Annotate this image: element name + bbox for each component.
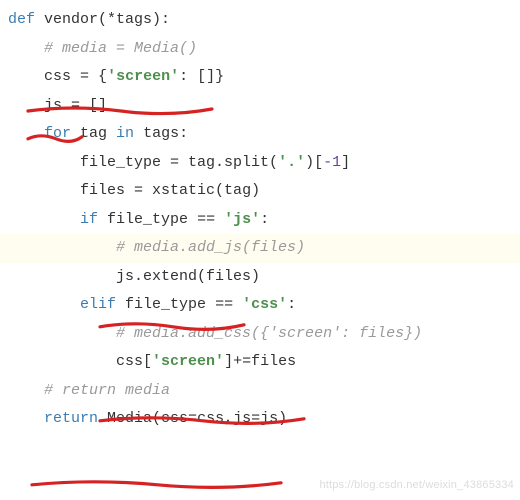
keyword-elif: elif (80, 296, 116, 313)
string: 'css' (242, 296, 287, 313)
call-extend: js.extend(files) (116, 268, 260, 285)
colon: : (287, 296, 296, 313)
var-files: files (251, 353, 296, 370)
var-js: js (44, 97, 71, 114)
call-split: tag.split( (179, 154, 278, 171)
op-eq: == (215, 296, 233, 313)
comment: # return media (44, 382, 170, 399)
var-tag: tag (71, 125, 116, 142)
code-line: css['screen']+=files (0, 348, 520, 377)
brace: { (89, 68, 107, 85)
code-line: js = [] (0, 92, 520, 121)
op-assign: = (188, 410, 197, 427)
number: -1 (323, 154, 341, 171)
code-line: files = xstatic(tag) (0, 177, 520, 206)
code-line: css = {'screen': []} (0, 63, 520, 92)
comment: # media.add_css({'screen': files}) (116, 325, 422, 342)
brace-end: : []} (179, 68, 224, 85)
space (233, 296, 242, 313)
code-line: return Media(css=css,js=js) (0, 405, 520, 434)
code-line: elif file_type == 'css': (0, 291, 520, 320)
keyword-for: for (44, 125, 71, 142)
string: 'screen' (107, 68, 179, 85)
code-line: # media = Media() (0, 35, 520, 64)
op-assign: = (251, 410, 260, 427)
op-assign: = (71, 97, 80, 114)
string: 'screen' (152, 353, 224, 370)
var-css: css[ (116, 353, 152, 370)
keyword-def: def (8, 11, 35, 28)
code-line: for tag in tags: (0, 120, 520, 149)
var-files: files (80, 182, 134, 199)
string: 'js' (224, 211, 260, 228)
keyword-if: if (80, 211, 98, 228)
code-line: # media.add_css({'screen': files}) (0, 320, 520, 349)
op-assign: = (80, 68, 89, 85)
code-line-highlight: # media.add_js(files) (0, 234, 520, 263)
var-tags: tags: (134, 125, 188, 142)
colon: : (260, 211, 269, 228)
code-line: file_type = tag.split('.')[-1] (0, 149, 520, 178)
code-line: # return media (0, 377, 520, 406)
keyword-return: return (44, 410, 98, 427)
bracket: )[ (305, 154, 323, 171)
op-plus-assign: += (233, 353, 251, 370)
call-media: Media(css (98, 410, 188, 427)
code-line: def vendor(*tags): (0, 6, 520, 35)
keyword-in: in (116, 125, 134, 142)
list: [] (80, 97, 107, 114)
comment: # media.add_js(files) (116, 239, 305, 256)
string: '.' (278, 154, 305, 171)
comment: # media = Media() (44, 40, 197, 57)
op-assign: = (170, 154, 179, 171)
space (215, 211, 224, 228)
args: css,js (197, 410, 251, 427)
watermark-text: https://blog.csdn.net/weixin_43865334 (319, 475, 514, 496)
func-name: vendor (35, 11, 98, 28)
code-line: js.extend(files) (0, 263, 520, 292)
op-eq: == (197, 211, 215, 228)
call-xstatic: xstatic(tag) (143, 182, 260, 199)
var: file_type (98, 211, 197, 228)
var-css: css (44, 68, 80, 85)
var-file-type: file_type (80, 154, 170, 171)
bracket-end: ] (224, 353, 233, 370)
args-end: js) (260, 410, 287, 427)
red-underline-icon (30, 476, 285, 492)
op-assign: = (134, 182, 143, 199)
bracket-end: ] (341, 154, 350, 171)
params: (*tags): (98, 11, 170, 28)
code-line: if file_type == 'js': (0, 206, 520, 235)
var: file_type (116, 296, 215, 313)
code-block: def vendor(*tags): # media = Media() css… (0, 0, 520, 434)
